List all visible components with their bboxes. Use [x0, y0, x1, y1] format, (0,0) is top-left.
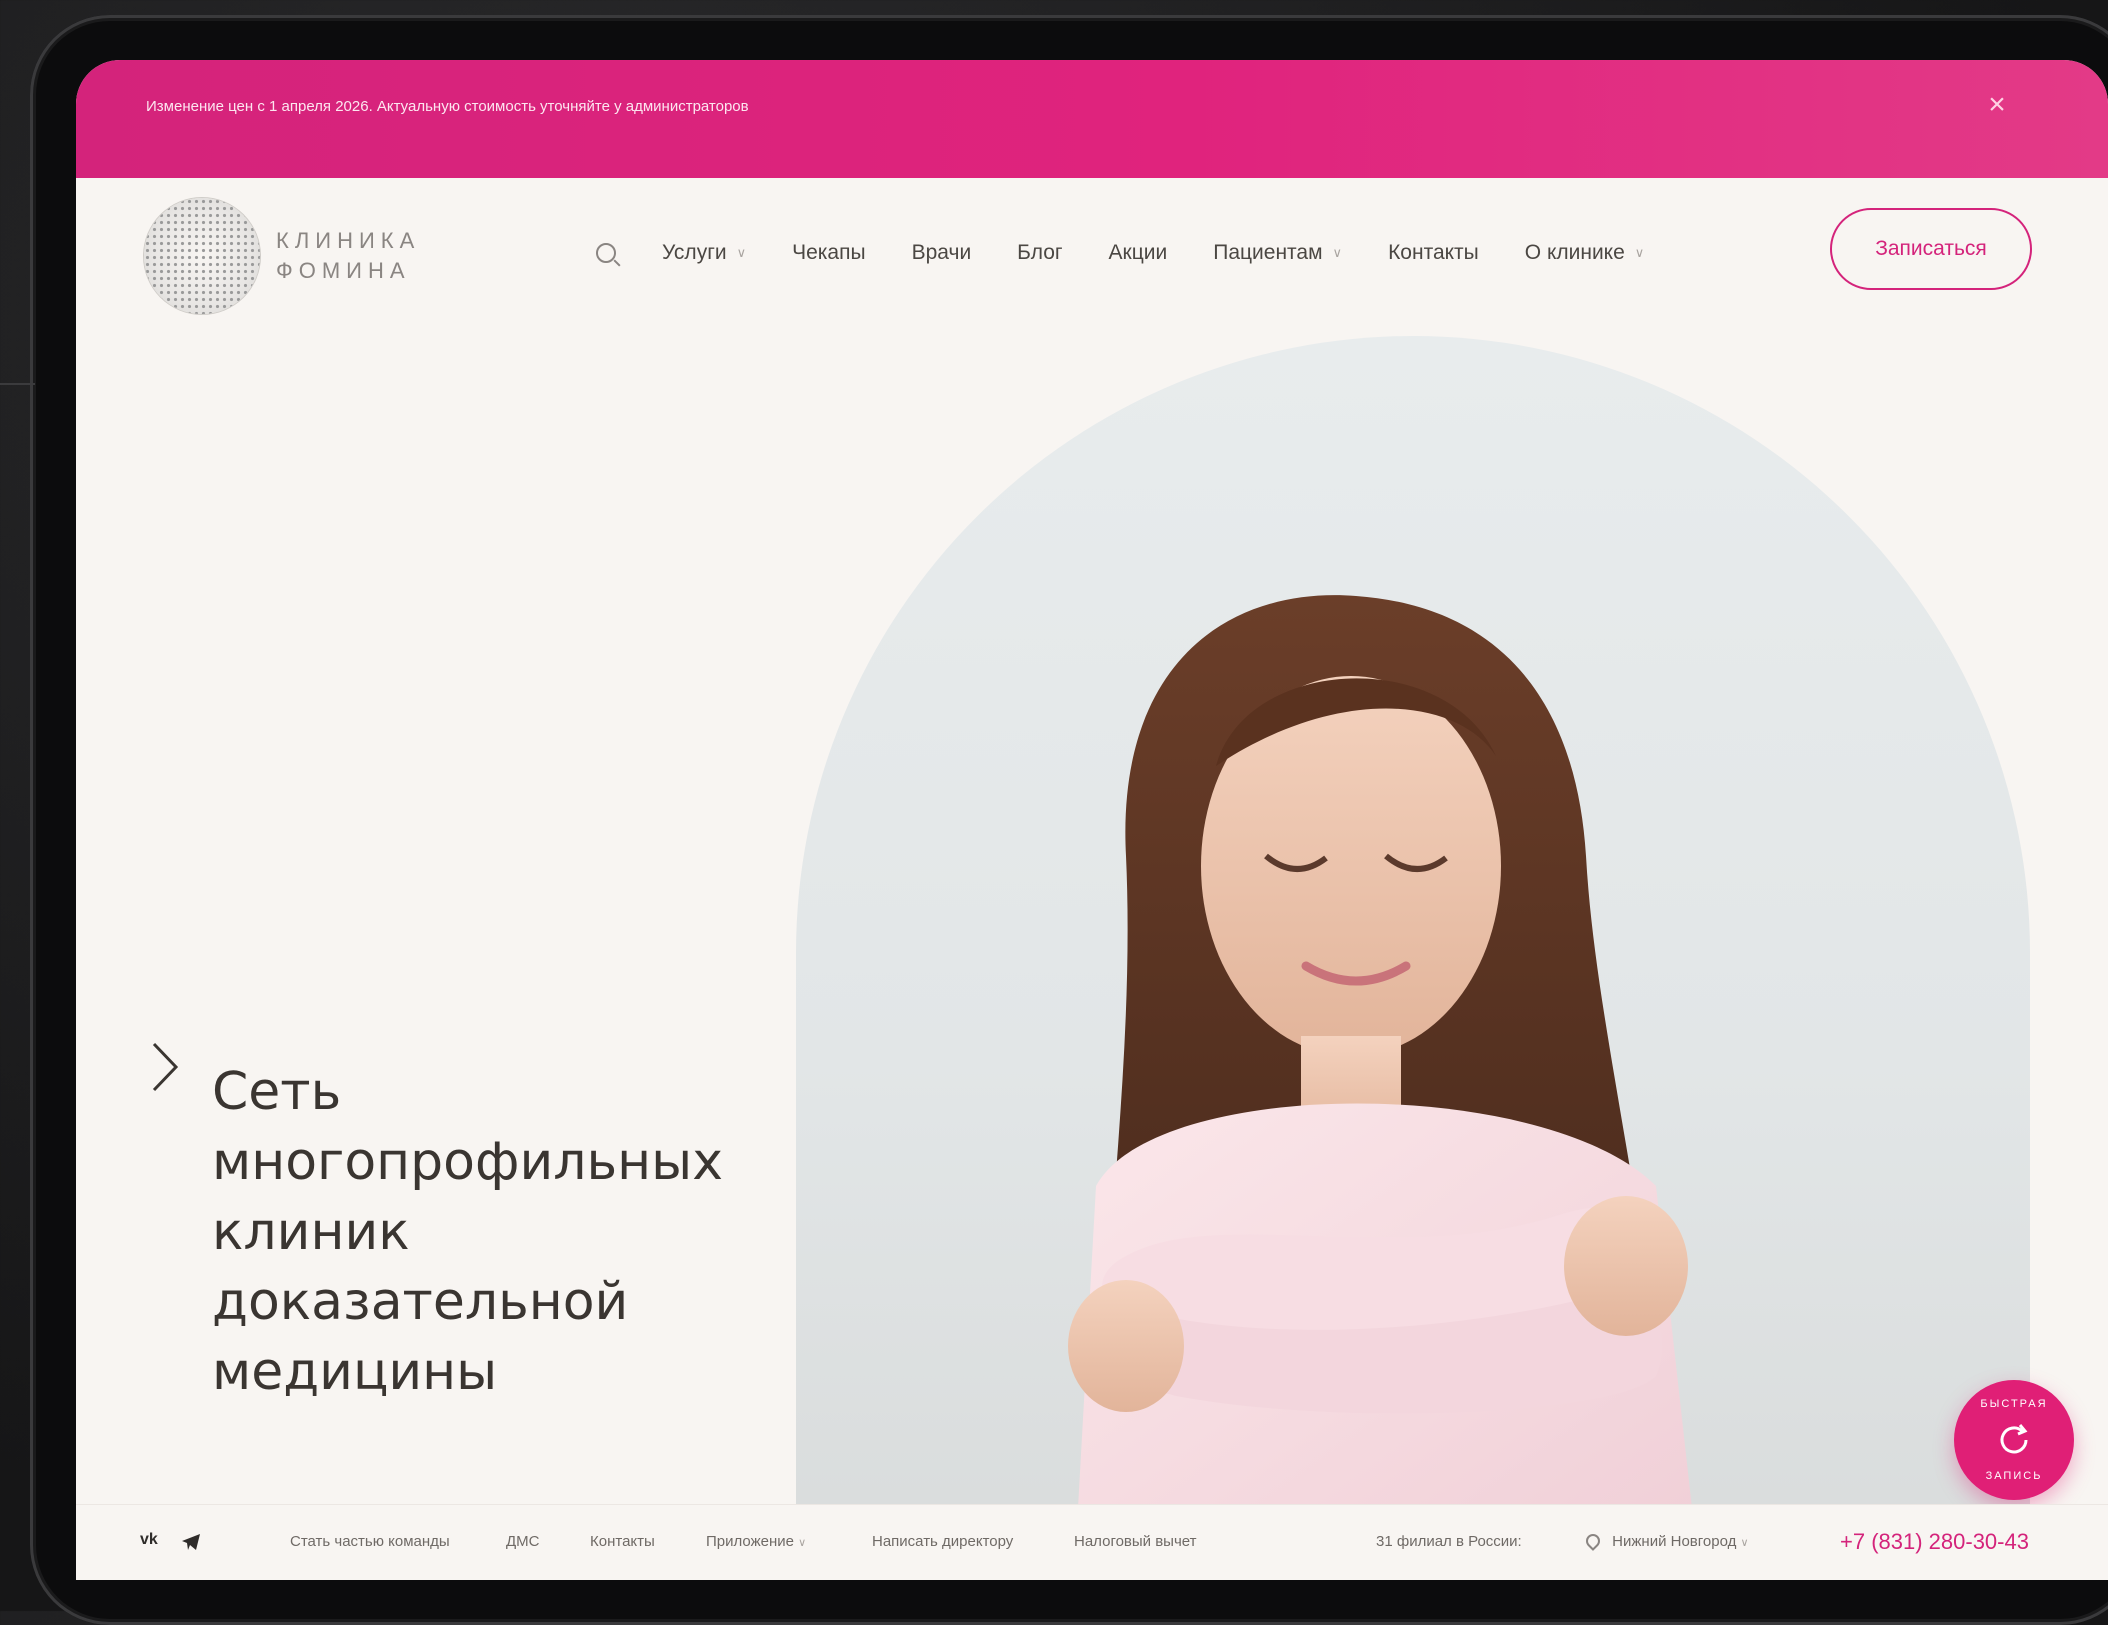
nav-item-patients[interactable]: Пациентам ∨: [1213, 241, 1342, 265]
logo-line-2: ФОМИНА: [276, 258, 411, 283]
browser-screen: Изменение цен с 1 апреля 2026. Актуальну…: [76, 60, 2108, 1580]
background-divider: [0, 383, 35, 385]
city-label: Нижний Новгород: [1612, 1533, 1737, 1550]
hero-headline: Сеть многопрофильных клиник доказательно…: [212, 1057, 723, 1407]
footer-link-tax[interactable]: Налоговый вычет: [1074, 1533, 1197, 1550]
branches-text: 31 филиал в России:: [1376, 1533, 1522, 1550]
nav-item-promotions[interactable]: Акции: [1109, 241, 1168, 265]
nav-label: Контакты: [1388, 241, 1479, 264]
hero-photo-arch: [796, 336, 2030, 1544]
nav-item-blog[interactable]: Блог: [1017, 241, 1062, 265]
nav-label: Пациентам: [1213, 241, 1323, 264]
footer-link-contacts[interactable]: Контакты: [590, 1533, 655, 1550]
banner-text: Изменение цен с 1 апреля 2026. Актуальну…: [146, 98, 749, 115]
refresh-icon: [2000, 1424, 2028, 1454]
footer-link-app-label: Приложение: [706, 1533, 794, 1550]
nav-item-contacts[interactable]: Контакты: [1388, 241, 1479, 265]
headline-line: доказательной: [212, 1271, 629, 1332]
telegram-icon[interactable]: [180, 1531, 202, 1553]
nav-label: Блог: [1017, 241, 1063, 264]
headline-line: медицины: [212, 1341, 498, 1402]
site-header: КЛИНИКА ФОМИНА Услуги ∨ Чекапы Врачи Бло…: [76, 178, 2108, 328]
announcement-banner: Изменение цен с 1 апреля 2026. Актуальну…: [76, 60, 2108, 178]
search-button[interactable]: [596, 243, 616, 263]
nav-label: Чекапы: [792, 241, 866, 264]
quick-booking-bottom-label: ЗАПИСЬ: [1985, 1470, 2043, 1482]
nav-item-about[interactable]: О клинике ∨: [1525, 241, 1645, 265]
hero-photo: [1068, 595, 1696, 1544]
headline-line: Сеть: [212, 1061, 342, 1122]
logo-line-1: КЛИНИКА: [276, 228, 421, 253]
headline-line: многопрофильных: [212, 1131, 723, 1192]
logo-icon[interactable]: [144, 198, 260, 314]
nav-label: Врачи: [911, 241, 972, 264]
city-selector[interactable]: Нижний Новгород ∨: [1583, 1531, 1749, 1551]
location-pin-icon: [1583, 1531, 1603, 1551]
nav-label: Акции: [1108, 241, 1168, 264]
chevron-down-icon: ∨: [1634, 245, 1645, 260]
nav-item-doctors[interactable]: Врачи: [912, 241, 972, 265]
signup-button[interactable]: Записаться: [1830, 208, 2032, 290]
main-nav: Услуги ∨ Чекапы Врачи Блог Акции Пациент…: [596, 223, 1644, 283]
chevron-down-icon: ∨: [798, 1537, 807, 1549]
chevron-right-icon: [152, 1042, 179, 1092]
nav-label: О клинике: [1524, 241, 1625, 264]
nav-label: Услуги: [662, 241, 727, 264]
footer-link-director[interactable]: Написать директору: [872, 1533, 1013, 1550]
nav-item-services[interactable]: Услуги ∨: [662, 241, 746, 265]
search-icon: [596, 243, 616, 263]
chevron-down-icon: ∨: [1740, 1537, 1749, 1549]
phone-link[interactable]: +7 (831) 280-30-43: [1840, 1529, 2029, 1555]
chevron-down-icon: ∨: [1332, 245, 1343, 260]
vk-icon[interactable]: vk: [140, 1531, 158, 1549]
quick-booking-button[interactable]: БЫСТРАЯ ЗАПИСЬ: [1954, 1380, 2074, 1500]
close-icon[interactable]: ×: [1982, 90, 2012, 120]
footer-bar: vk Стать частью команды ДМС Контакты При…: [76, 1504, 2108, 1580]
headline-line: клиник: [212, 1201, 410, 1262]
logo-text[interactable]: КЛИНИКА ФОМИНА: [276, 226, 420, 286]
quick-booking-top-label: БЫСТРАЯ: [1980, 1398, 2048, 1410]
chevron-down-icon: ∨: [736, 245, 747, 260]
footer-link-dms[interactable]: ДМС: [506, 1533, 540, 1550]
nav-item-checkups[interactable]: Чекапы: [792, 241, 865, 265]
footer-link-app[interactable]: Приложение ∨: [706, 1533, 806, 1550]
footer-link-team[interactable]: Стать частью команды: [290, 1533, 450, 1550]
